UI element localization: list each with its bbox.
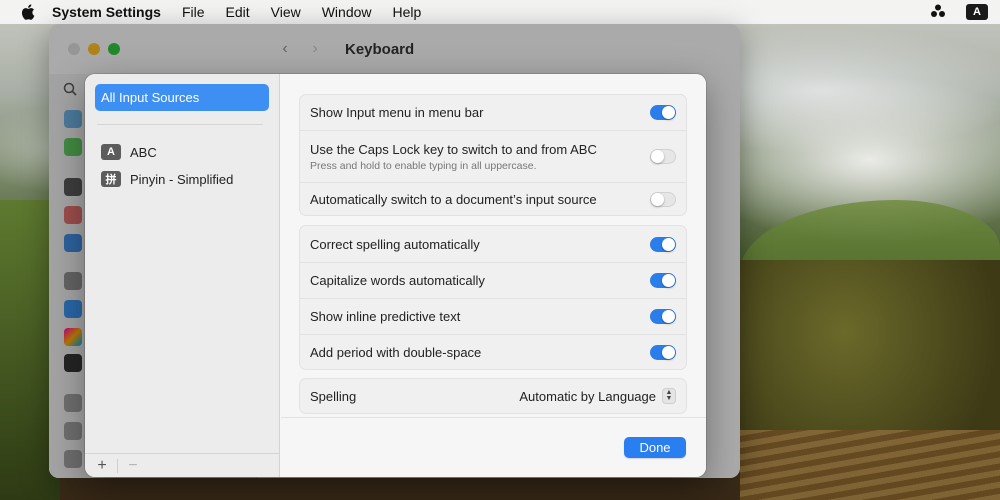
input-sources-settings: Show Input menu in menu bar Use the Caps… xyxy=(281,74,706,477)
capitalize-words-toggle[interactable] xyxy=(650,273,676,288)
show-input-menu-toggle[interactable] xyxy=(650,105,676,120)
spelling-value: Automatic by Language xyxy=(519,388,656,404)
abc-keyboard-icon: A xyxy=(101,144,121,160)
input-source-label: Pinyin - Simplified xyxy=(130,171,234,187)
sheet-footer: Done xyxy=(281,417,706,477)
setting-row: Use the Caps Lock key to switch to and f… xyxy=(300,130,686,182)
setting-label: Use the Caps Lock key to switch to and f… xyxy=(310,141,597,157)
spelling-group: Spelling Automatic by Language ▲ ▼ xyxy=(299,378,687,414)
input-source-label: ABC xyxy=(130,144,157,160)
setting-label: Correct spelling automatically xyxy=(310,236,480,252)
setting-row: Show inline predictive text xyxy=(300,298,686,334)
sidebar-bottom-bar: + − xyxy=(85,453,280,477)
control-center-icon[interactable] xyxy=(930,4,946,21)
setting-row: Capitalize words automatically xyxy=(300,262,686,298)
input-source-pinyin[interactable]: 拼 Pinyin - Simplified xyxy=(101,169,233,189)
setting-label: Add period with double-space xyxy=(310,344,482,360)
setting-label: Capitalize words automatically xyxy=(310,273,485,288)
setting-row: Spelling Automatic by Language ▲ ▼ xyxy=(300,379,686,413)
setting-row: Correct spelling automatically xyxy=(300,226,686,262)
input-source-abc[interactable]: A ABC xyxy=(101,142,157,162)
input-menu-group: Show Input menu in menu bar Use the Caps… xyxy=(299,94,687,216)
done-button[interactable]: Done xyxy=(624,437,686,458)
caps-lock-switch-toggle[interactable] xyxy=(650,149,676,164)
menu-app-name[interactable]: System Settings xyxy=(52,4,161,20)
menu-view[interactable]: View xyxy=(271,4,301,20)
setting-label: Show inline predictive text xyxy=(310,309,461,324)
remove-input-source-button[interactable]: − xyxy=(126,457,140,475)
spelling-language-select[interactable]: Automatic by Language ▲ ▼ xyxy=(519,388,676,404)
all-input-sources-item[interactable]: All Input Sources xyxy=(95,84,269,111)
input-sources-sidebar: All Input Sources A ABC 拼 Pinyin - Simpl… xyxy=(85,74,280,477)
double-space-period-toggle[interactable] xyxy=(650,344,676,360)
wallpaper-field xyxy=(740,430,1000,500)
inline-predictive-text-toggle[interactable] xyxy=(650,309,676,324)
button-divider xyxy=(117,458,118,473)
spelling-label: Spelling xyxy=(310,388,357,404)
chevron-up-down-icon: ▲ ▼ xyxy=(662,388,676,404)
setting-description: Press and hold to enable typing in all u… xyxy=(310,159,537,172)
input-sources-sheet: All Input Sources A ABC 拼 Pinyin - Simpl… xyxy=(85,74,706,477)
setting-label: Show Input menu in menu bar xyxy=(310,105,484,120)
menu-help[interactable]: Help xyxy=(393,4,422,20)
menu-file[interactable]: File xyxy=(182,4,205,20)
correct-spelling-toggle[interactable] xyxy=(650,236,676,252)
setting-label: Automatically switch to a document’s inp… xyxy=(310,191,597,207)
setting-row: Show Input menu in menu bar xyxy=(300,95,686,130)
menu-bar: System Settings File Edit View Window He… xyxy=(0,0,1000,24)
pinyin-keyboard-icon: 拼 xyxy=(101,171,121,187)
apple-menu-icon[interactable] xyxy=(18,0,38,24)
menu-edit[interactable]: Edit xyxy=(226,4,250,20)
sidebar-separator xyxy=(97,124,263,125)
auto-switch-source-toggle[interactable] xyxy=(650,191,676,207)
setting-row: Automatically switch to a document’s inp… xyxy=(300,182,686,215)
add-input-source-button[interactable]: + xyxy=(95,457,109,475)
setting-row: Add period with double-space xyxy=(300,334,686,369)
text-correction-group: Correct spelling automatically Capitaliz… xyxy=(299,225,687,370)
input-source-indicator[interactable]: A xyxy=(966,4,988,20)
menu-window[interactable]: Window xyxy=(322,4,372,20)
